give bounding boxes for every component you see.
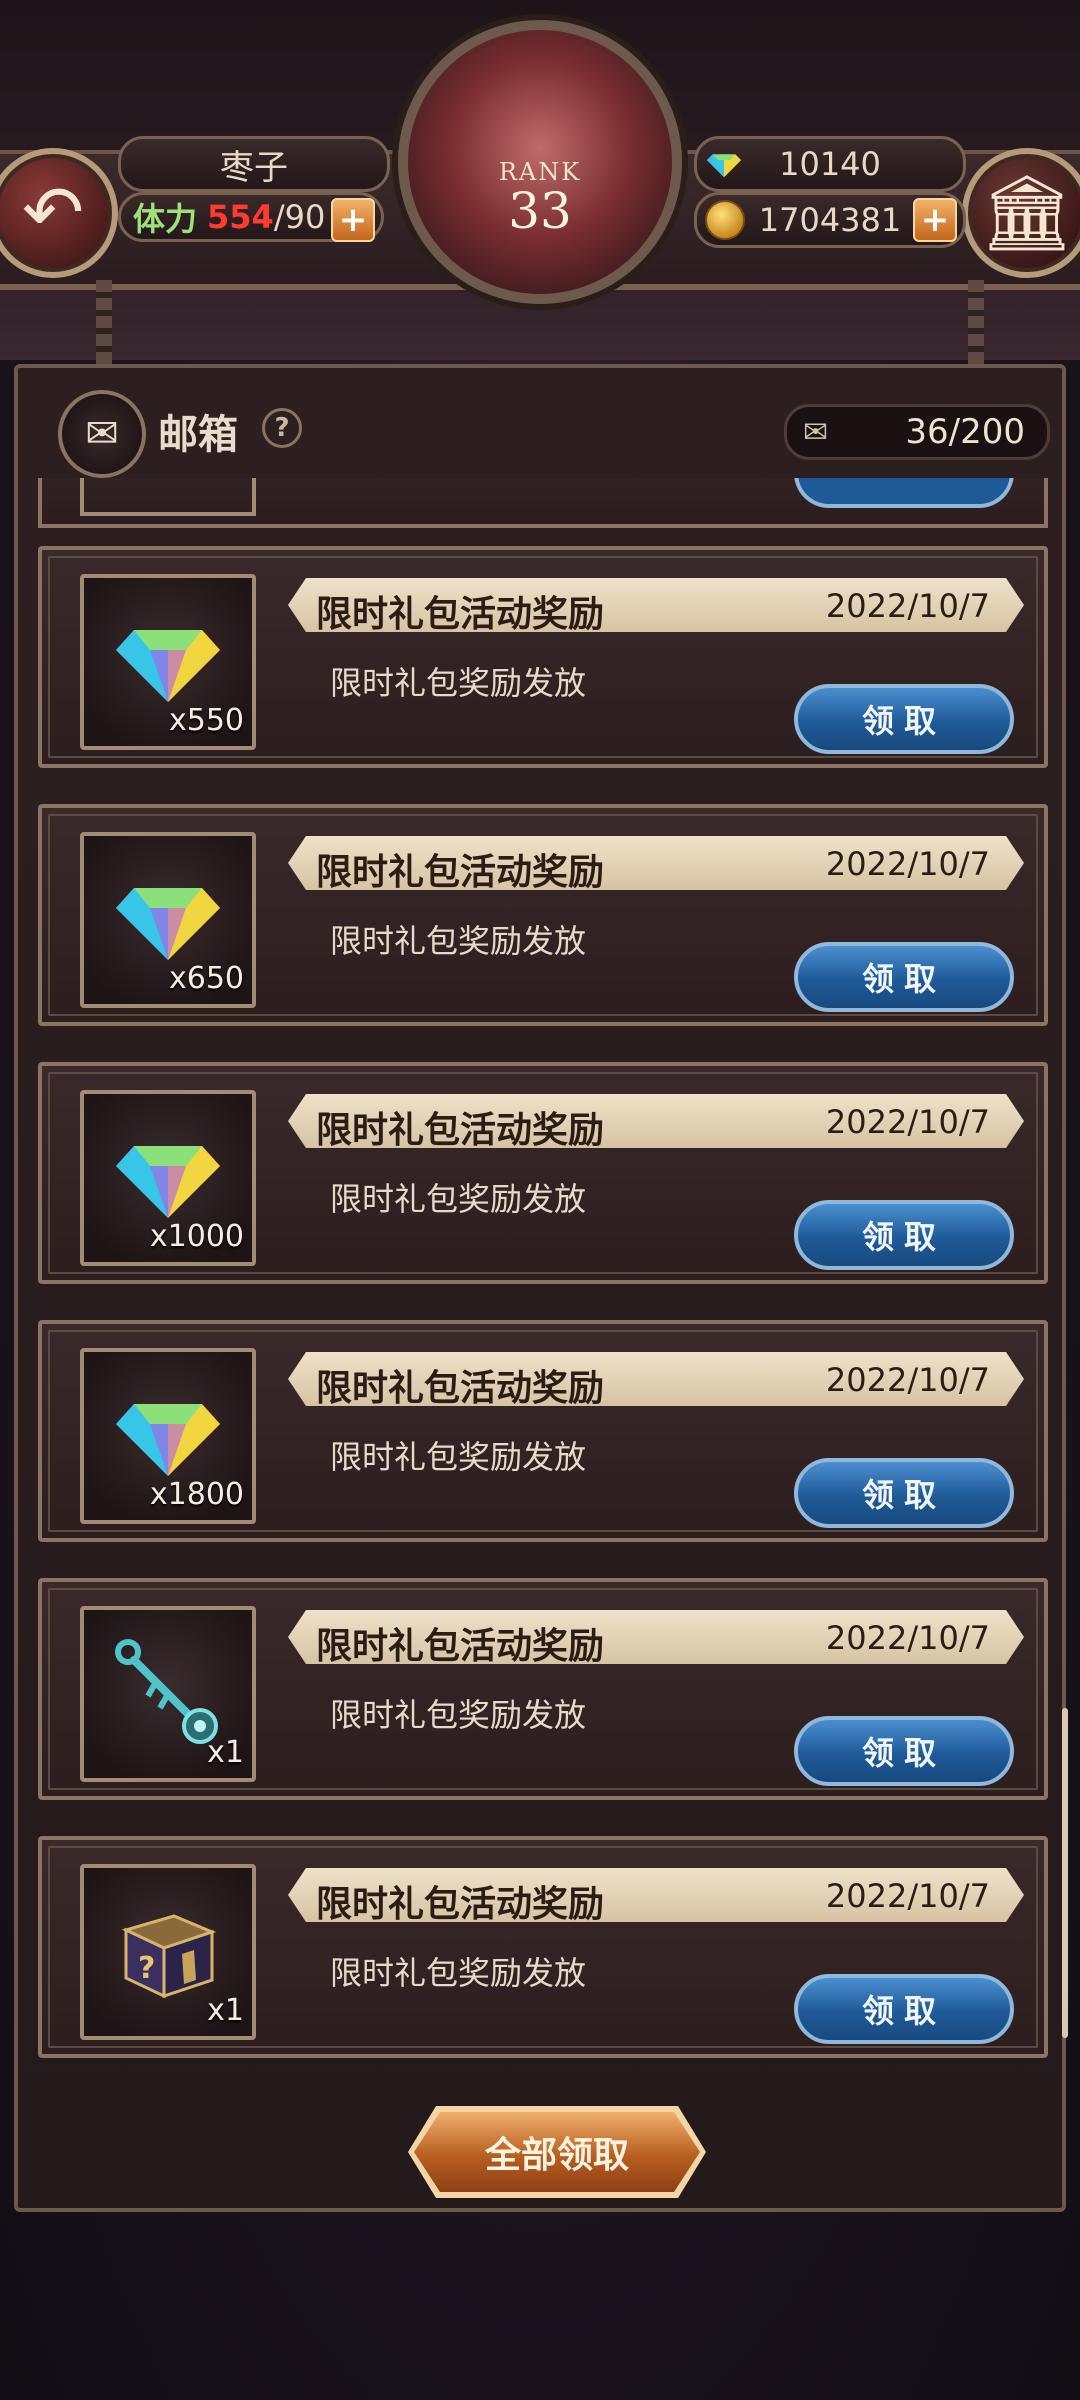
temple-icon: 🏛 — [980, 169, 1074, 256]
mail-date: 2022/10/7 — [825, 1361, 990, 1399]
claim-button[interactable]: 领取 — [794, 1200, 1014, 1270]
item-slot: x550 — [80, 574, 256, 750]
envelope-icon: ✉ — [803, 415, 829, 450]
claim-all-button[interactable]: 全部领取 — [414, 2112, 700, 2192]
rainbow-gem-icon — [116, 1404, 220, 1476]
rainbow-gem-icon — [116, 630, 220, 702]
rainbow-gem-icon — [706, 154, 742, 178]
mail-title-banner: 限时礼包活动奖励 2022/10/7 — [288, 1610, 1024, 1664]
mail-title-banner: 限时礼包活动奖励 2022/10/7 — [288, 1868, 1024, 1922]
mail-card: x650 限时礼包活动奖励 2022/10/7 限时礼包奖励发放 领取 — [38, 804, 1048, 1026]
item-slot: x1000 — [80, 1090, 256, 1266]
claim-button[interactable]: 领取 — [794, 1974, 1014, 2044]
gem-display: 10140 — [694, 136, 966, 192]
item-slot: x1800 — [80, 1348, 256, 1524]
stamina-separator: / — [273, 198, 285, 236]
mail-count-text: 36/200 — [905, 412, 1025, 452]
mail-title: 限时礼包活动奖励 — [316, 1884, 605, 1925]
item-slot — [80, 478, 256, 516]
mail-card: x1000 限时礼包活动奖励 2022/10/7 限时礼包奖励发放 领取 — [38, 1062, 1048, 1284]
mailbox-panel: ✉ 邮箱 ? ✉ 36/200 x550 限时礼包活动奖励 2022/10/7 … — [14, 364, 1068, 2212]
mail-title-banner: 限时礼包活动奖励 2022/10/7 — [288, 1094, 1024, 1148]
mail-card-partial — [38, 478, 1048, 528]
gem-count: 10140 — [779, 145, 881, 183]
claim-button[interactable]: 领取 — [794, 942, 1014, 1012]
stamina-display: 体力 554 / 90 + — [118, 192, 384, 242]
mail-description: 限时礼包奖励发放 — [330, 922, 587, 960]
gold-display: 1704381 + — [694, 192, 966, 248]
mail-card: x550 限时礼包活动奖励 2022/10/7 限时礼包奖励发放 领取 — [38, 546, 1048, 768]
add-gold-button[interactable]: + — [913, 198, 957, 242]
mailbox-header: ✉ 邮箱 ? ✉ 36/200 — [18, 368, 1062, 478]
stamina-current: 554 — [207, 198, 274, 236]
gold-coin-icon — [705, 200, 745, 240]
mail-description: 限时礼包奖励发放 — [330, 1954, 587, 1992]
svg-text:?: ? — [138, 1951, 155, 1986]
mail-title: 限时礼包活动奖励 — [316, 852, 605, 893]
mailbox-title: 邮箱 — [158, 412, 238, 458]
item-quantity: x550 — [168, 703, 244, 738]
back-arrow-icon: ↶ — [21, 170, 84, 256]
mail-date: 2022/10/7 — [825, 1619, 990, 1657]
mail-title: 限时礼包活动奖励 — [316, 1626, 605, 1667]
chain-decoration — [96, 280, 112, 370]
scrollbar[interactable] — [1062, 1708, 1068, 2038]
mail-date: 2022/10/7 — [825, 1103, 990, 1141]
mail-title-banner: 限时礼包活动奖励 2022/10/7 — [288, 1352, 1024, 1406]
mail-count: ✉ 36/200 — [784, 404, 1050, 460]
mail-title: 限时礼包活动奖励 — [316, 1110, 605, 1151]
rank-value: 33 — [508, 182, 572, 240]
menu-button[interactable]: 🏛 — [962, 148, 1080, 278]
claim-button[interactable] — [794, 478, 1014, 508]
plus-icon: + — [920, 200, 950, 240]
item-quantity: x1 — [207, 1993, 244, 2028]
stamina-max: 90 — [284, 198, 326, 236]
mail-description: 限时礼包奖励发放 — [330, 1180, 587, 1218]
mystery-box-icon: ? — [121, 1914, 217, 1999]
mail-card: x1800 限时礼包活动奖励 2022/10/7 限时礼包奖励发放 领取 — [38, 1320, 1048, 1542]
mail-title: 限时礼包活动奖励 — [316, 594, 605, 635]
rainbow-gem-icon — [116, 1146, 220, 1218]
gold-count: 1704381 — [758, 201, 902, 239]
mail-date: 2022/10/7 — [825, 1877, 990, 1915]
mail-date: 2022/10/7 — [825, 845, 990, 883]
rank-badge: RANK 33 — [398, 20, 682, 304]
mail-title-banner: 限时礼包活动奖励 2022/10/7 — [288, 836, 1024, 890]
item-slot: ? x1 — [80, 1864, 256, 2040]
help-icon[interactable]: ? — [262, 408, 302, 448]
mail-card: x1 限时礼包活动奖励 2022/10/7 限时礼包奖励发放 领取 — [38, 1578, 1048, 1800]
stamina-label: 体力 — [133, 200, 198, 238]
envelope-icon: ✉ — [58, 390, 146, 478]
player-name: 枣子 — [118, 136, 390, 192]
mail-card: ? x1 限时礼包活动奖励 2022/10/7 限时礼包奖励发放 领取 — [38, 1836, 1048, 2058]
item-slot: x650 — [80, 832, 256, 1008]
mail-title: 限时礼包活动奖励 — [316, 1368, 605, 1409]
rainbow-gem-icon — [116, 888, 220, 960]
mail-list[interactable]: x550 限时礼包活动奖励 2022/10/7 限时礼包奖励发放 领取 x650 — [18, 478, 1062, 2078]
claim-button[interactable]: 领取 — [794, 1458, 1014, 1528]
mail-description: 限时礼包奖励发放 — [330, 1696, 587, 1734]
plus-icon: + — [338, 200, 368, 240]
claim-button[interactable]: 领取 — [794, 684, 1014, 754]
claim-button[interactable]: 领取 — [794, 1716, 1014, 1786]
mail-description: 限时礼包奖励发放 — [330, 1438, 587, 1476]
add-stamina-button[interactable]: + — [331, 198, 375, 242]
item-slot: x1 — [80, 1606, 256, 1782]
mail-description: 限时礼包奖励发放 — [330, 664, 587, 702]
chain-decoration — [968, 280, 984, 370]
top-hud: ↶ 🏛 枣子 体力 554 / 90 + RANK 33 10140 17043… — [0, 0, 1080, 370]
key-icon — [115, 1639, 218, 1744]
item-quantity: x1 — [207, 1735, 244, 1770]
item-quantity: x1000 — [149, 1219, 244, 1254]
item-quantity: x650 — [168, 961, 244, 996]
mail-date: 2022/10/7 — [825, 587, 990, 625]
mail-title-banner: 限时礼包活动奖励 2022/10/7 — [288, 578, 1024, 632]
item-quantity: x1800 — [149, 1477, 244, 1512]
